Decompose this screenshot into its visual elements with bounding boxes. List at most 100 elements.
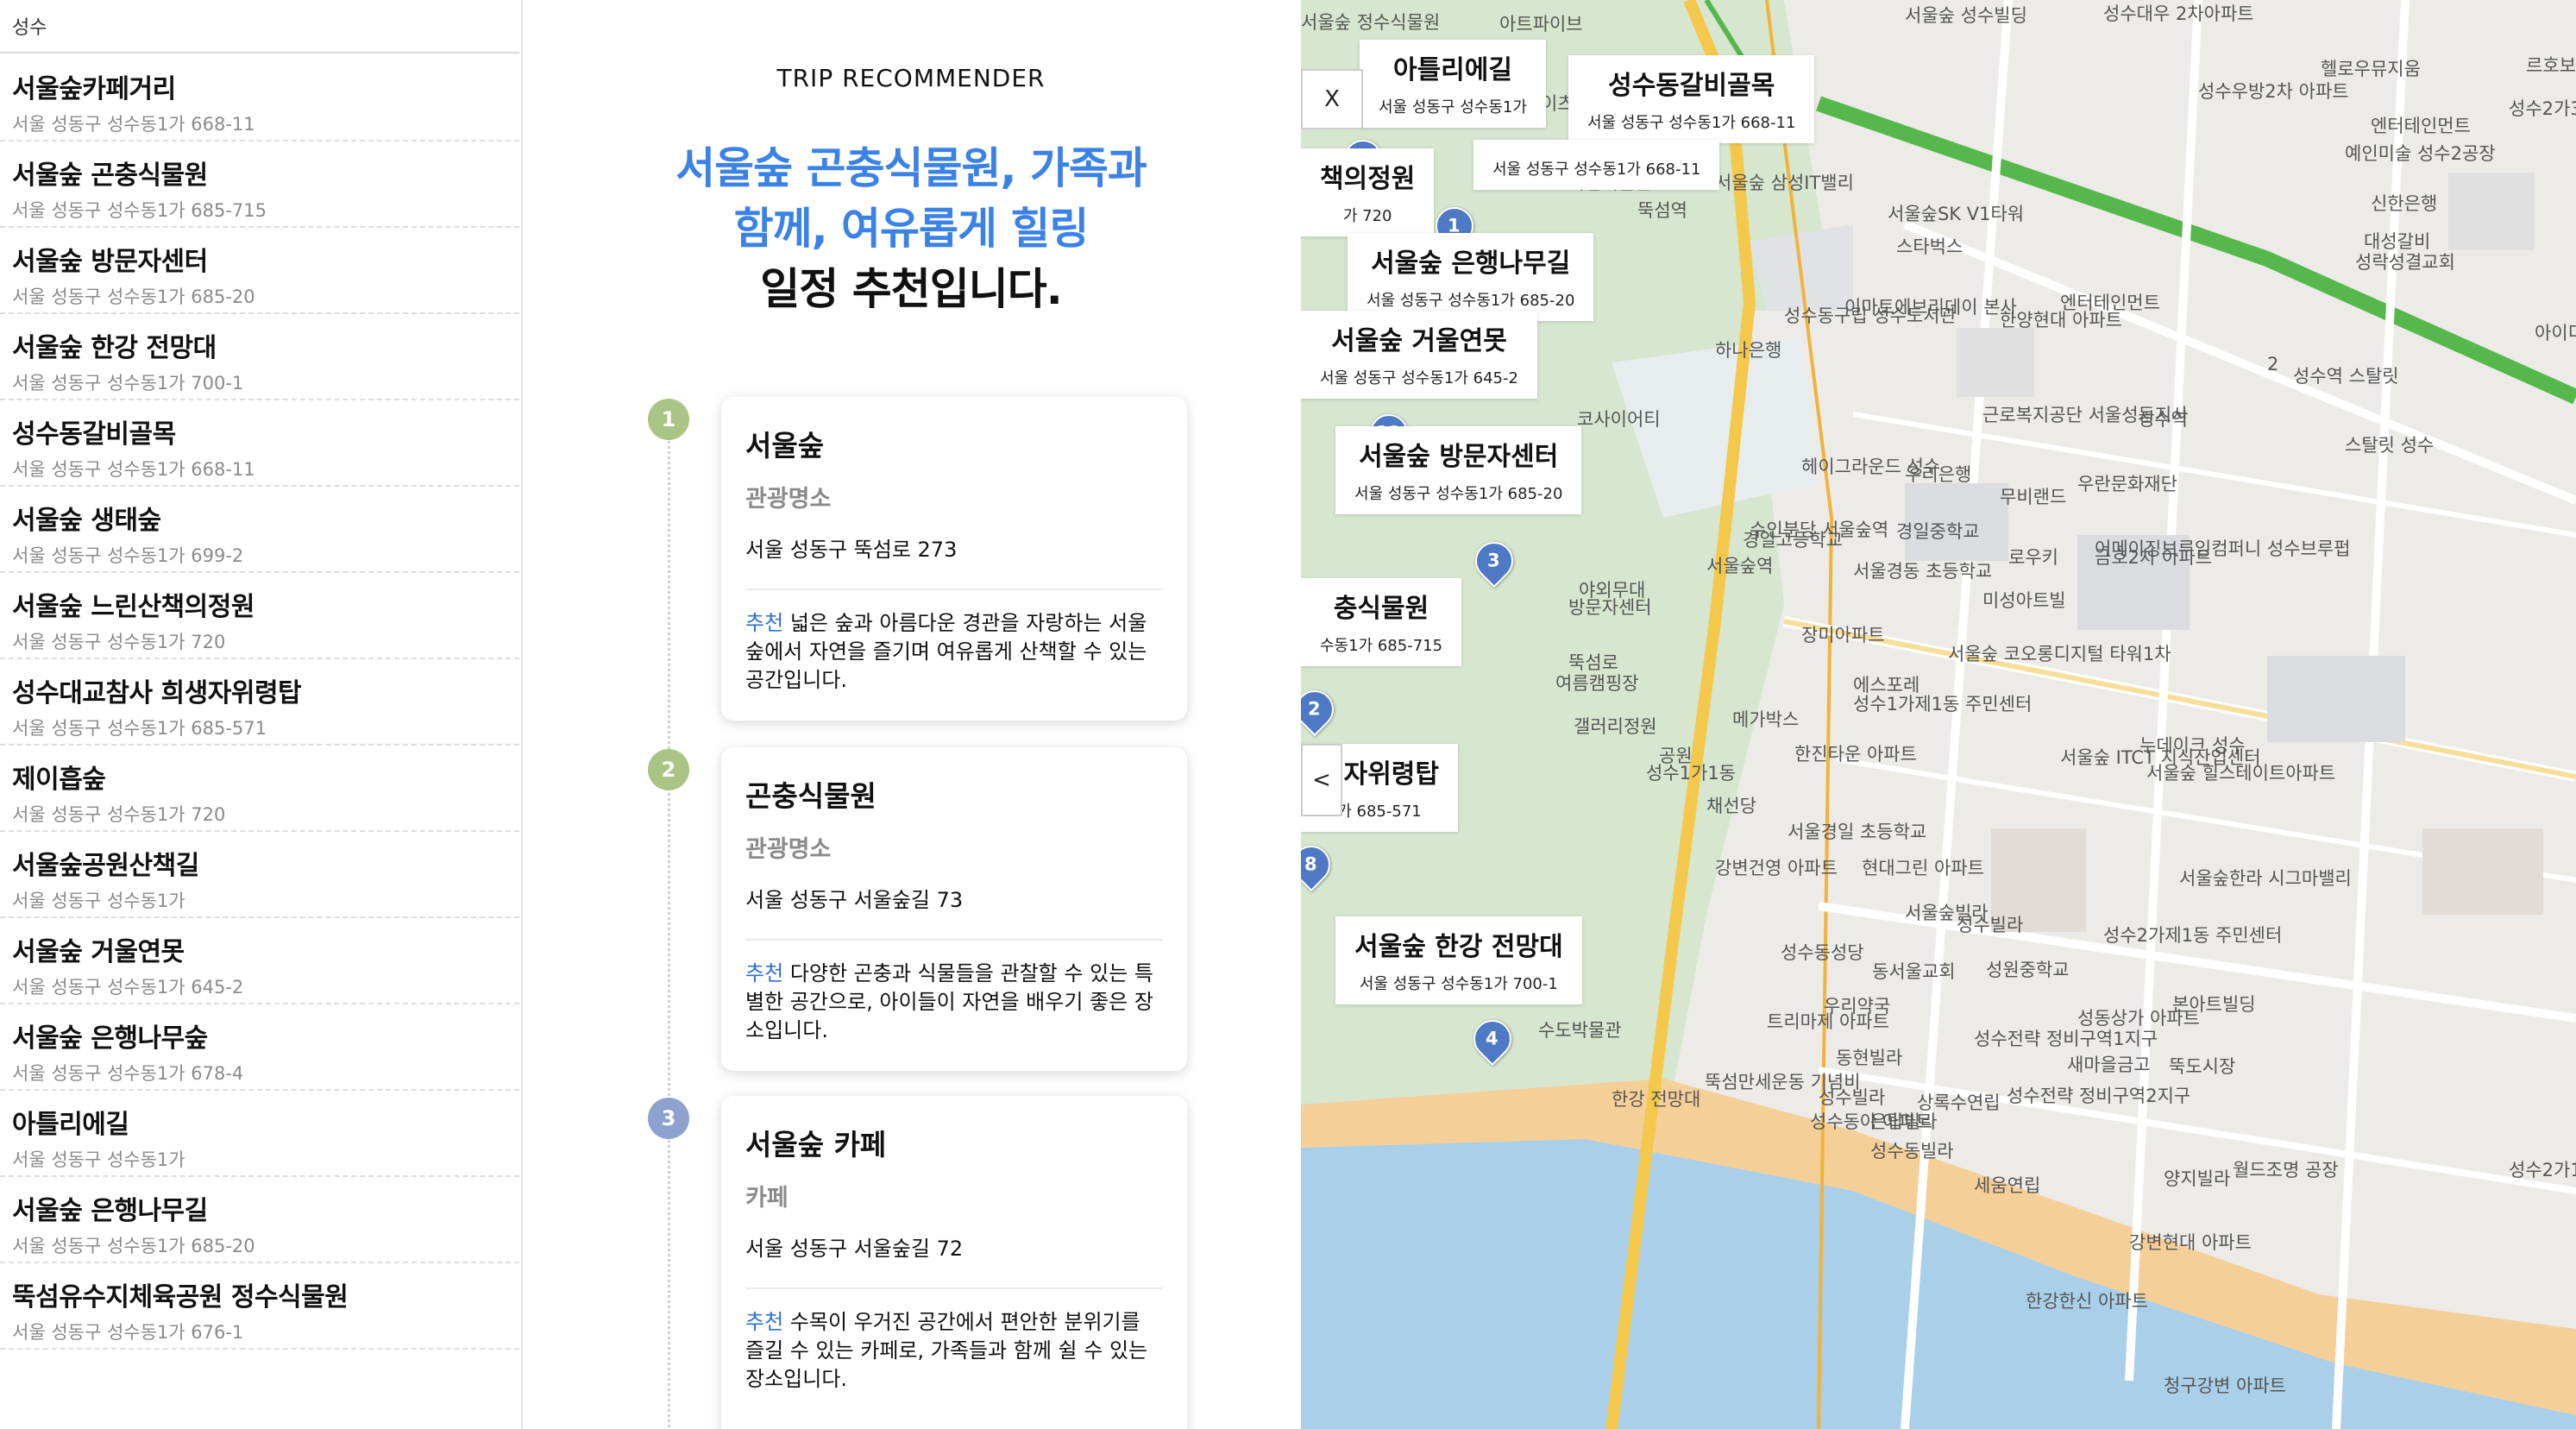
map-place-label: 수도박물관 xyxy=(1538,1020,1622,1041)
map-place-label: 성수대우 2차아파트 xyxy=(2103,3,2254,24)
map-place-label: 뚝도시장 xyxy=(2169,1056,2236,1077)
map-info-label[interactable]: 충식물원 수동1가 685-715 xyxy=(1301,578,1462,666)
stop-name: 서울숲 카페 xyxy=(745,1128,887,1161)
list-item[interactable]: 서울숲 은행나무길 서울 성동구 성수동1가 685-20 xyxy=(0,1177,519,1263)
map-place-label: 무비랜드 xyxy=(2000,487,2067,507)
map-place-label: 성수2가1동 xyxy=(2509,1160,2576,1180)
map-place-label: 성수동구립 성수도서관 xyxy=(1784,305,1957,326)
card-divider xyxy=(745,589,1163,590)
map-info-label[interactable]: 서울숲 거울연못 서울 성동구 성수동1가 645-2 xyxy=(1301,311,1537,399)
stop-card[interactable]: 서울숲 관광명소 서울 성동구 뚝섬로 273 추천 넓은 숲과 아름다운 경관을 자… xyxy=(721,397,1187,721)
map-place-label: 서울경동 초등학교 xyxy=(1853,561,1993,582)
map-info-label[interactable]: 서울숲 은행나무길 서울 성동구 성수동1가 685-20 xyxy=(1348,233,1594,321)
map-view[interactable]: 성수대우 2차아파트 성수우방2차 아파트 헬로우뮤지움 예인미술 성수2공장 신한은행… xyxy=(1301,0,2576,1429)
map-place-label: 한양현대 아파트 xyxy=(2000,310,2122,330)
map-place-label: 2 xyxy=(2267,354,2279,375)
map-info-label[interactable]: 아틀리에길 서울 성동구 성수동1가 xyxy=(1360,40,1546,128)
map-place-label: 방문자센터 xyxy=(1568,597,1652,618)
map-place-label: 예인미술 성수2공장 xyxy=(2345,143,2496,164)
place-address: 서울 성동구 성수동1가 685-571 xyxy=(12,718,267,739)
map-place-label: 한강한신 아파트 xyxy=(2026,1291,2148,1312)
map-info-label[interactable]: 서울숲 방문자센터 서울 성동구 성수동1가 685-20 xyxy=(1335,426,1582,514)
place-name: 서울숲 느린산책의정원 xyxy=(12,592,254,622)
list-item[interactable]: 서울숲 곤충식물원 서울 성동구 성수동1가 685-715 xyxy=(0,142,519,228)
place-list: 서울숲카페거리 서울 성동구 성수동1가 668-11 서울숲 곤충식물원 서울 성동… xyxy=(0,55,519,1350)
map-place-label: 스타벅스 xyxy=(1896,236,1963,257)
itinerary-headline: 서울숲 곤충식물원, 가족과 함께, 여유롭게 힐링 일정 추천입니다. xyxy=(523,138,1299,319)
list-item[interactable]: 서울숲 생태숲 서울 성동구 성수동1가 699-2 xyxy=(0,487,519,573)
map-place-label: 하나은행 xyxy=(1715,340,1782,361)
place-name: 서울숲 거울연못 xyxy=(12,937,185,967)
place-name: 서울숲공원산책길 xyxy=(12,851,199,881)
map-place-label: 헬로우뮤지움 xyxy=(2321,59,2421,79)
map-place-label: 서울숲 삼성IT밸리 xyxy=(1715,173,1854,193)
place-address: 서울 성동구 성수동1가 678-4 xyxy=(12,1063,244,1084)
list-item[interactable]: 성수동갈비골목서울 성동구 성수동1가 668-11 xyxy=(0,400,519,487)
place-name: 성수동갈비골목 xyxy=(12,419,176,450)
place-name: 서울숲 곤충식물원 xyxy=(12,161,208,191)
map-place-label: 트리마제 아파트 xyxy=(1767,1011,1889,1032)
map-label-address: 서울 성동구 성수동1가 668-11 xyxy=(1492,161,1701,179)
list-item[interactable]: 서울숲 방문자센터 서울 성동구 성수동1가 685-20 xyxy=(0,228,519,314)
place-list-panel: 서울숲카페거리서울 성동구 성수동1가 668-11서울숲 곤충식물원서울 성동… xyxy=(0,0,523,1429)
map-place-label: 여름캠핑장 xyxy=(1555,673,1639,694)
map-info-label[interactable]: 서울숲 한강 전망대 서울 성동구 성수동1가 700-1 xyxy=(1335,916,1582,1004)
list-item[interactable]: 서울숲 은행나무숲 서울 성동구 성수동1가 678-4 xyxy=(0,1004,519,1091)
card-divider xyxy=(745,939,1163,941)
map-place-label: 강변현대 아파트 xyxy=(2129,1232,2252,1253)
place-name: 서울숲 은행나무길 xyxy=(12,1196,208,1226)
pin-number: 3 xyxy=(1486,550,1500,571)
place-address: 서울 성동구 성수동1가 668-11 xyxy=(12,114,255,135)
map-info-label[interactable]: 성수동갈비골목 서울 성동구 성수동1가 668-11 xyxy=(1568,55,1815,143)
list-item[interactable]: 서울숲 느린산책의정원 서울 성동구 성수동1가 720 xyxy=(0,573,519,659)
search-input[interactable] xyxy=(0,0,519,54)
map-place-label: 누데이크 성수 xyxy=(2139,735,2246,756)
stop-card[interactable]: 서울숲 카페 카페 서울 성동구 서울숲길 72 추천 수목이 우거진 공간에서 편안… xyxy=(721,1096,1187,1429)
map-place-label: 서울숲 힐스테이트아파트 xyxy=(2146,763,2336,784)
map-place-label: 르호보아 xyxy=(2526,55,2576,76)
place-name: 뚝섬유수지체육공원 정수식물원 xyxy=(12,1282,349,1313)
place-address: 서울 성동구 성수동1가 676-1 xyxy=(12,1322,244,1343)
stop-category: 관광명소 xyxy=(745,836,832,863)
map-label-title: 충식물원 xyxy=(1333,594,1429,624)
stop-card[interactable]: 곤충식물원 관광명소 서울 성동구 서울숲길 73 추천 다양한 곤충과 식물들을 관… xyxy=(721,747,1187,1071)
map-place-label: 코사이어티 xyxy=(1577,409,1661,430)
itinerary-panel: TRIP RECOMMENDER 서울숲 곤충식물원, 가족과 함께, 여유롭게… xyxy=(523,0,1299,1429)
map-place-label: 월드조명 공장 xyxy=(2233,1160,2339,1180)
map-place-label: 서울숲 성수빌딩 xyxy=(1905,5,2027,26)
pin-number: 2 xyxy=(1307,698,1321,720)
list-item[interactable]: 뚝섬유수지체육공원 정수식물원서울 성동구 성수동1가 676-1 xyxy=(0,1263,519,1350)
stop-category: 카페 xyxy=(745,1185,789,1212)
map-place-label: 성수2가3동 주민센터 xyxy=(2509,98,2576,119)
place-address: 서울 성동구 성수동1가 645-2 xyxy=(12,977,244,998)
headline-line-3: 일정 추천입니다. xyxy=(760,264,1062,314)
list-item[interactable]: 서울숲 거울연못서울 성동구 성수동1가 645-2 xyxy=(0,918,519,1004)
map-label-address: 서울 성동구 성수동1가 xyxy=(1379,98,1527,116)
list-item[interactable]: 아틀리에길 서울 성동구 성수동1가 xyxy=(0,1091,519,1177)
place-name: 아틀리에길 xyxy=(12,1110,129,1140)
map-info-label[interactable]: 책의정원 가 720 xyxy=(1301,148,1435,236)
list-item[interactable]: 성수대교참사 희생자위령탑 서울 성동구 성수동1가 685-571 xyxy=(0,659,519,746)
map-label-title: 서울숲 은행나무길 xyxy=(1371,249,1571,279)
list-item[interactable]: 서울숲공원산책길서울 성동구 성수동1가 xyxy=(0,832,519,918)
collapse-panel-button[interactable]: < xyxy=(1301,744,1342,816)
map-place-label: 경일중학교 xyxy=(1896,521,1980,542)
stop-category: 관광명소 xyxy=(745,486,832,513)
recommend-label: 추천 xyxy=(745,961,784,985)
list-item[interactable]: 서울숲카페거리 서울 성동구 성수동1가 668-11 xyxy=(0,55,519,142)
stop-description: 추천 수목이 우거진 공간에서 편안한 분위기를 즐길 수 있는 카페로, 가족… xyxy=(745,1308,1163,1394)
list-item[interactable]: 제이흡숲 서울 성동구 성수동1가 720 xyxy=(0,746,519,832)
stop-name: 곤충식물원 xyxy=(745,779,876,813)
place-address: 서울 성동구 성수동1가 668-11 xyxy=(12,459,255,480)
map-place-label: 서울숲 코오롱디지털 타워1차 xyxy=(1948,644,2171,664)
list-item[interactable]: 서울숲 한강 전망대 서울 성동구 성수동1가 700-1 xyxy=(0,314,519,400)
place-address: 서울 성동구 성수동1가 xyxy=(12,891,185,911)
recommend-label: 추천 xyxy=(745,1310,784,1334)
headline-line-2: 함께, 여유롭게 힐링 xyxy=(733,204,1090,254)
close-map-button[interactable]: X xyxy=(1301,69,1363,129)
map-place-label: 서울숲SK V1타워 xyxy=(1888,204,2025,224)
map-label-address: 서울 성동구 성수동1가 700-1 xyxy=(1359,975,1558,993)
map-info-label[interactable]: 서울 성동구 성수동1가 668-11 xyxy=(1473,140,1720,190)
map-label-title: 책의정원 xyxy=(1320,164,1416,194)
stop-address: 서울 성동구 뚝섬로 273 xyxy=(745,538,958,562)
